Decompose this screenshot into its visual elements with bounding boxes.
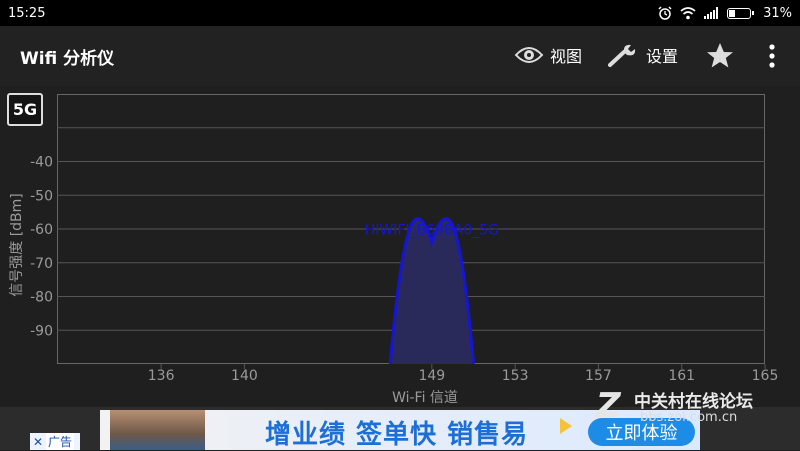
watermark-logo: Z xyxy=(596,386,621,426)
ad-close-button[interactable]: ✕ 广告 xyxy=(30,433,80,450)
ad-person-image xyxy=(110,410,205,450)
y-tick-label: -40 xyxy=(30,155,53,171)
watermark-name: 中关村在线论坛 xyxy=(634,392,753,412)
network-label: HIWIFI_B69BA0_5G xyxy=(365,223,499,239)
ad-arrow-icon xyxy=(560,418,572,434)
y-tick-label: -80 xyxy=(30,290,53,306)
y-axis-label-container: 信号强度 [dBm] xyxy=(2,180,30,310)
x-tick-label: 153 xyxy=(502,368,529,384)
x-tick-label: 165 xyxy=(752,368,779,384)
signal-chart: -40 -50 -60 -70 -80 -90 136 140 149 153 157 161 165 H… xyxy=(30,127,779,384)
y-tick-label: -70 xyxy=(30,256,53,272)
x-tick-label: 140 xyxy=(231,368,258,384)
watermark-url: bbs.zol.com.cn xyxy=(640,410,738,425)
close-icon: ✕ xyxy=(32,434,44,449)
y-tick-label: -90 xyxy=(30,323,53,339)
ad-tag: 广告 xyxy=(46,433,75,450)
x-tick-label: 161 xyxy=(668,368,695,384)
x-tick-label: 149 xyxy=(418,368,445,384)
x-axis-label: Wi-Fi 信道 xyxy=(392,390,458,406)
y-axis-label: 信号强度 [dBm] xyxy=(9,193,26,297)
y-tick-label: -50 xyxy=(30,188,53,204)
x-tick-label: 136 xyxy=(148,368,175,384)
y-tick-label: -60 xyxy=(30,222,53,238)
ad-headline: 增业绩 签单快 销售易 xyxy=(265,420,529,450)
x-tick-label: 157 xyxy=(585,368,612,384)
